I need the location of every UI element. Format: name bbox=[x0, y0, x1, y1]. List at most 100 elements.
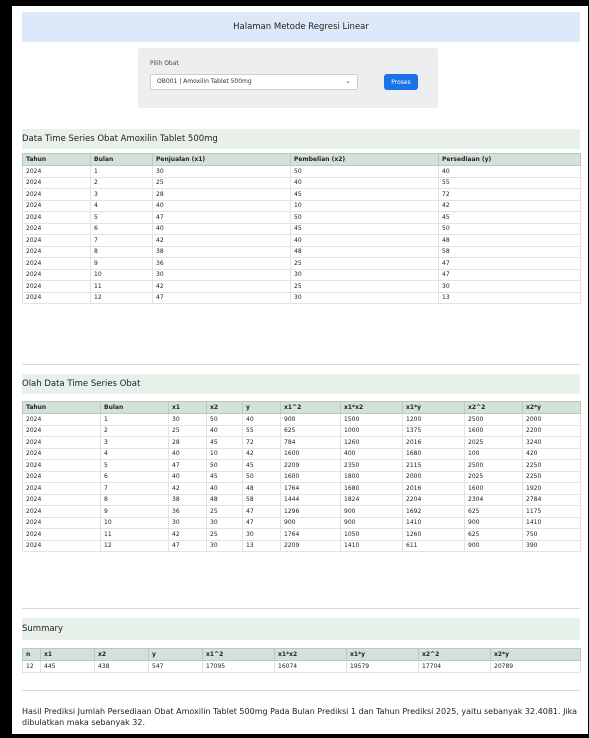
table-cell: 50 bbox=[242, 470, 281, 483]
table-cell: 48 bbox=[206, 493, 243, 506]
table-cell: 2000 bbox=[522, 413, 581, 426]
table-row: 12 445 438 547 17095 16074 19579 17704 20789 bbox=[22, 660, 581, 673]
table-row: 2024 10 30 30 47 bbox=[22, 268, 581, 281]
table-cell: 47 bbox=[152, 211, 291, 224]
table-cell: 2500 bbox=[464, 413, 523, 426]
table-row: 2024 11 42 25 30 bbox=[22, 280, 581, 293]
table-cell: 7 bbox=[100, 482, 169, 495]
table-cell: 625 bbox=[464, 505, 523, 518]
table-cell: 2024 bbox=[22, 280, 91, 293]
column-header: Bulan bbox=[100, 401, 169, 414]
table-cell: 25 bbox=[206, 528, 243, 541]
table-cell: 30 bbox=[290, 291, 439, 304]
table-row: 2024 8 38 48 58 1444 1824 2204 2304 2784 bbox=[22, 493, 581, 506]
table-cell: 11 bbox=[100, 528, 169, 541]
table-cell: 547 bbox=[148, 660, 203, 673]
table-cell: 12 bbox=[22, 660, 41, 673]
medicine-select[interactable]: OB001 | Amoxilin Tablet 500mg ⌄ bbox=[150, 74, 358, 90]
table-cell: 13 bbox=[438, 291, 581, 304]
table-row: 2024 11 42 25 30 1764 1050 1260 625 750 bbox=[22, 528, 581, 541]
section-divider bbox=[22, 608, 580, 609]
table-cell: 72 bbox=[242, 436, 281, 449]
table-cell: 16074 bbox=[274, 660, 347, 673]
table-cell: 1764 bbox=[280, 482, 341, 495]
table-cell: 750 bbox=[522, 528, 581, 541]
table-cell: 50 bbox=[206, 413, 243, 426]
table-cell: 25 bbox=[206, 505, 243, 518]
column-header: x1^2 bbox=[202, 648, 275, 661]
column-header: x1 bbox=[168, 401, 207, 414]
table-cell: 1600 bbox=[280, 447, 341, 460]
table-cell: 8 bbox=[90, 245, 153, 258]
table-cell: 40 bbox=[206, 482, 243, 495]
table-cell: 8 bbox=[100, 493, 169, 506]
table-cell: 2025 bbox=[464, 470, 523, 483]
table-cell: 2024 bbox=[22, 482, 101, 495]
table-row: 2024 4 40 10 42 1600 400 1680 100 420 bbox=[22, 447, 581, 460]
table-cell: 3 bbox=[100, 436, 169, 449]
table-cell: 2000 bbox=[402, 470, 465, 483]
table-cell: 48 bbox=[438, 234, 581, 247]
table-cell: 2024 bbox=[22, 188, 91, 201]
table-cell: 1800 bbox=[340, 470, 403, 483]
table-cell: 1260 bbox=[402, 528, 465, 541]
column-header: Penjualan (x1) bbox=[152, 153, 291, 166]
table-cell: 1 bbox=[90, 165, 153, 178]
table-cell: 4 bbox=[100, 447, 169, 460]
table-row: 2024 12 47 30 13 bbox=[22, 291, 581, 304]
table-cell: 30 bbox=[206, 516, 243, 529]
process-button[interactable]: Proses bbox=[384, 74, 418, 90]
column-header: x1*y bbox=[346, 648, 419, 661]
table-cell: 1764 bbox=[280, 528, 341, 541]
column-header: x2^2 bbox=[464, 401, 523, 414]
table-row: 2024 3 28 45 72 784 1260 2016 2025 3240 bbox=[22, 436, 581, 449]
table-cell: 58 bbox=[438, 245, 581, 258]
table-cell: 42 bbox=[242, 447, 281, 460]
table-cell: 2024 bbox=[22, 505, 101, 518]
table-cell: 45 bbox=[290, 222, 439, 235]
column-header: Bulan bbox=[90, 153, 153, 166]
column-header: Tahun bbox=[22, 153, 91, 166]
table-cell: 2024 bbox=[22, 199, 91, 212]
column-header: Pembelian (x2) bbox=[290, 153, 439, 166]
table-cell: 45 bbox=[206, 436, 243, 449]
table-cell: 2500 bbox=[464, 459, 523, 472]
table-row: 2024 7 42 40 48 bbox=[22, 234, 581, 247]
table-cell: 45 bbox=[206, 470, 243, 483]
column-header: x1*x2 bbox=[274, 648, 347, 661]
table-cell: 42 bbox=[152, 280, 291, 293]
table-cell: 30 bbox=[290, 268, 439, 281]
column-header: Persediaan (y) bbox=[438, 153, 581, 166]
table-cell: 38 bbox=[168, 493, 207, 506]
table-cell: 2024 bbox=[22, 268, 91, 281]
table-row: 2024 10 30 30 47 900 900 1410 900 1410 bbox=[22, 516, 581, 529]
timeseries-title-text: Data Time Series Obat Amoxilin Tablet 50… bbox=[22, 134, 218, 144]
table-cell: 5 bbox=[100, 459, 169, 472]
table-cell: 40 bbox=[152, 199, 291, 212]
column-header: y bbox=[242, 401, 281, 414]
table-cell: 17704 bbox=[418, 660, 491, 673]
section-divider bbox=[22, 690, 580, 691]
table-row: 2024 8 38 48 58 bbox=[22, 245, 581, 258]
table-cell: 48 bbox=[242, 482, 281, 495]
table-cell: 900 bbox=[340, 505, 403, 518]
table-cell: 50 bbox=[290, 211, 439, 224]
table-cell: 10 bbox=[206, 447, 243, 460]
table-cell: 2304 bbox=[464, 493, 523, 506]
table-cell: 9 bbox=[100, 505, 169, 518]
table-cell: 58 bbox=[242, 493, 281, 506]
table-cell: 1444 bbox=[280, 493, 341, 506]
table-cell: 1296 bbox=[280, 505, 341, 518]
summary-table: n x1 x2 y x1^2 x1*x2 x1*y x2^2 x2*y 12 445 438 547 17… bbox=[22, 648, 581, 673]
table-cell: 2200 bbox=[522, 424, 581, 437]
olah-table: Tahun Bulan x1 x2 y x1^2 x1*x2 x1*y x2^2 x2*y 2024… bbox=[22, 401, 581, 552]
table-cell: 42 bbox=[168, 482, 207, 495]
table-cell: 19579 bbox=[346, 660, 419, 673]
table-row: 2024 9 36 25 47 bbox=[22, 257, 581, 270]
table-cell: 10 bbox=[100, 516, 169, 529]
table-cell: 45 bbox=[290, 188, 439, 201]
table-cell: 42 bbox=[168, 528, 207, 541]
table-cell: 1000 bbox=[340, 424, 403, 437]
timeseries-table: Tahun Bulan Penjualan (x1) Pembelian (x2) Pe… bbox=[22, 153, 581, 304]
table-cell: 1680 bbox=[340, 482, 403, 495]
